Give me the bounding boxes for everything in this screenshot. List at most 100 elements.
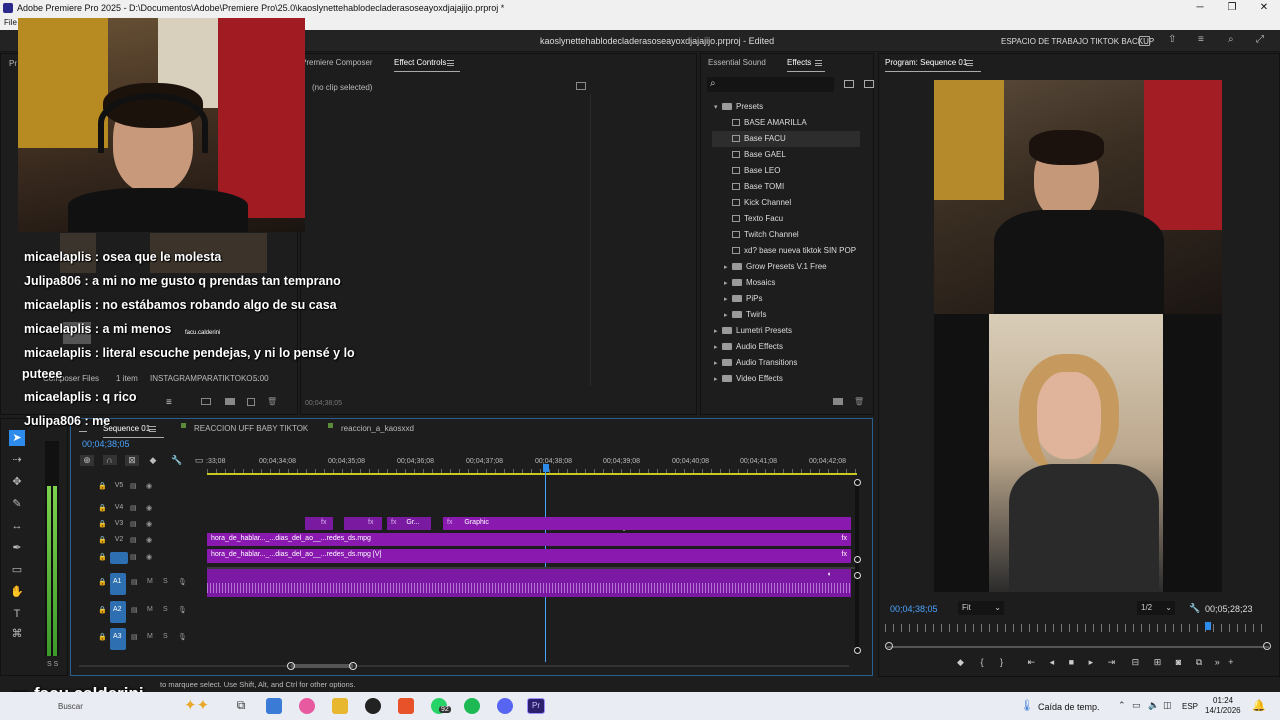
effects-tree-item[interactable]: Base LEO [712, 163, 860, 179]
selection-tool-icon[interactable]: ➤ [9, 430, 25, 446]
fit-dropdown[interactable]: Fit ⌄ [958, 601, 1004, 615]
panel-toggle-icon[interactable] [576, 82, 586, 90]
spotify-icon[interactable] [464, 698, 480, 714]
stop-icon[interactable]: ■ [1069, 657, 1074, 667]
tab-effects[interactable]: Effects [787, 58, 826, 72]
file-explorer-icon[interactable] [332, 698, 348, 714]
work-area-bar[interactable] [207, 473, 857, 475]
lock-icon[interactable]: 🔒 [98, 578, 107, 586]
resolution-dropdown[interactable]: 1/2 ⌄ [1137, 601, 1175, 615]
delete-effect-icon[interactable]: 🗑 [854, 397, 864, 406]
effects-tree-item[interactable]: ▾ Presets [712, 99, 860, 115]
eye-icon[interactable]: ◉ [146, 504, 152, 512]
chevron-right-icon[interactable]: ▸ [724, 308, 732, 324]
pen-tool-icon[interactable]: ✒ [9, 540, 25, 556]
scroll-handle[interactable] [854, 479, 861, 486]
more-icon[interactable]: » [1215, 657, 1220, 667]
effects-tree-item[interactable]: xd? base nueva tiktok SIN POP [712, 243, 860, 259]
type-tool-icon[interactable]: T [9, 606, 25, 622]
effects-tree-item[interactable]: BASE AMARILLA [712, 115, 860, 131]
sequence-menu-icon[interactable] [149, 426, 156, 432]
scroll-handle[interactable] [854, 556, 861, 563]
chevron-right-icon[interactable]: ▸ [714, 372, 722, 388]
clip-v2-video[interactable]: hora_de_hablar..._...dias_del_ao__...red… [207, 533, 851, 546]
new-item-icon[interactable] [247, 398, 255, 406]
compare-icon[interactable]: ⧉ [1196, 657, 1202, 667]
tab-premiere-composer[interactable]: Premiere Composer [301, 58, 373, 67]
step-forward-icon[interactable]: ▸ [1089, 657, 1094, 667]
fullscreen-icon[interactable]: ⤢ [1256, 34, 1264, 45]
lock-icon[interactable]: 🔒 [98, 606, 107, 614]
restore-icon[interactable]: ❐ [1216, 0, 1248, 16]
clip-graphic-small[interactable]: fx [344, 517, 382, 530]
timeline-timecode[interactable]: 00;04;38;05 [82, 439, 130, 449]
network-icon[interactable]: ◫ [1163, 700, 1172, 711]
list-view-icon[interactable]: ≡ [166, 397, 172, 408]
effects-tree-item[interactable]: Texto Facu [712, 211, 860, 227]
sync-icon[interactable]: ▤ [130, 520, 137, 528]
mic-icon[interactable]: 🎙 [178, 578, 187, 586]
effects-tree-item[interactable]: ▸ Lumetri Presets [712, 323, 860, 339]
caption-tool-icon[interactable]: ⌘ [9, 626, 25, 642]
zoom-handle[interactable] [287, 662, 295, 670]
mute-button[interactable]: M [147, 606, 153, 613]
sync-icon[interactable]: ▤ [130, 553, 137, 561]
lock-icon[interactable]: 🔒 [98, 520, 107, 528]
camera-icon[interactable]: ◙ [1176, 657, 1181, 667]
mark-in-icon[interactable]: { [980, 657, 983, 667]
effects-tree-item[interactable]: ▸ Twirls [712, 307, 860, 323]
program-playhead[interactable] [1205, 622, 1211, 630]
chevron-right-icon[interactable]: ▸ [724, 276, 732, 292]
track-label[interactable]: V3 [111, 520, 127, 527]
windows-app-icon[interactable] [266, 698, 282, 714]
discord-icon[interactable] [497, 698, 513, 714]
app-icon[interactable] [299, 698, 315, 714]
zoom-handle-left[interactable] [885, 642, 893, 650]
lock-icon[interactable]: 🔒 [98, 482, 107, 490]
track-select-icon[interactable]: ⇢ [9, 452, 25, 468]
extract-icon[interactable]: ⊞ [1154, 657, 1162, 667]
effects-tree-item[interactable]: Kick Channel [712, 195, 860, 211]
ripple-edit-icon[interactable]: ✥ [9, 474, 25, 490]
add-marker-icon[interactable]: ◆ [150, 455, 157, 465]
language-indicator[interactable]: ESP [1182, 702, 1198, 711]
scroll-handle[interactable] [854, 647, 861, 654]
zoom-handle[interactable] [349, 662, 357, 670]
sync-icon[interactable]: ▤ [130, 482, 137, 490]
track-label[interactable]: V5 [111, 482, 127, 489]
step-back-icon[interactable]: ◂ [1050, 657, 1055, 667]
timeline-playhead-handle[interactable] [543, 464, 549, 472]
effects-tree-item[interactable]: ▸ Mosaics [712, 275, 860, 291]
clip-a1-audio[interactable]: ◖ [207, 569, 851, 597]
premiere-taskbar-icon[interactable]: Pr [527, 698, 545, 714]
sync-icon[interactable]: ▤ [130, 536, 137, 544]
chevron-right-icon[interactable]: ▸ [714, 340, 722, 356]
effects-tree-item[interactable]: ▸ Video Effects [712, 371, 860, 387]
timeline-close-icon[interactable] [79, 431, 87, 432]
nest-icon[interactable]: ⊕ [80, 455, 94, 466]
taskbar-search[interactable]: Buscar [58, 702, 83, 711]
chevron-right-icon[interactable]: ▸ [714, 324, 722, 340]
timeline-vscroll[interactable] [855, 479, 859, 655]
track-label[interactable]: V2 [111, 536, 127, 543]
sync-icon[interactable]: ▤ [131, 633, 138, 641]
scroll-handle[interactable] [854, 572, 861, 579]
mic-icon[interactable]: 🎙 [178, 633, 187, 641]
tray-chevron-icon[interactable]: ⌃ [1118, 700, 1126, 711]
32bit-effects-icon[interactable] [864, 80, 874, 88]
bin-name[interactable]: INSTAGRAMPARATIKTOKO... [150, 374, 259, 383]
track-label[interactable]: A1 [113, 578, 122, 585]
add-button-icon[interactable]: + [1228, 657, 1233, 667]
solo-button[interactable]: S [163, 578, 168, 585]
mute-button[interactable]: M [147, 578, 153, 585]
tab-effect-controls[interactable]: Effect Controls [394, 58, 461, 72]
lock-icon[interactable]: 🔒 [98, 633, 107, 641]
effects-tree-item[interactable]: Base TOMI [712, 179, 860, 195]
task-view-icon[interactable]: ⧉ [233, 698, 249, 714]
captions-icon[interactable]: ▭ [195, 455, 204, 465]
program-menu-icon[interactable] [966, 60, 973, 66]
tray-app-icon[interactable]: ▭ [1132, 700, 1141, 711]
chevron-right-icon[interactable]: ▸ [724, 292, 732, 308]
program-zoom-bar[interactable] [887, 646, 1269, 648]
clock-date[interactable]: 14/1/2026 [1205, 706, 1241, 715]
